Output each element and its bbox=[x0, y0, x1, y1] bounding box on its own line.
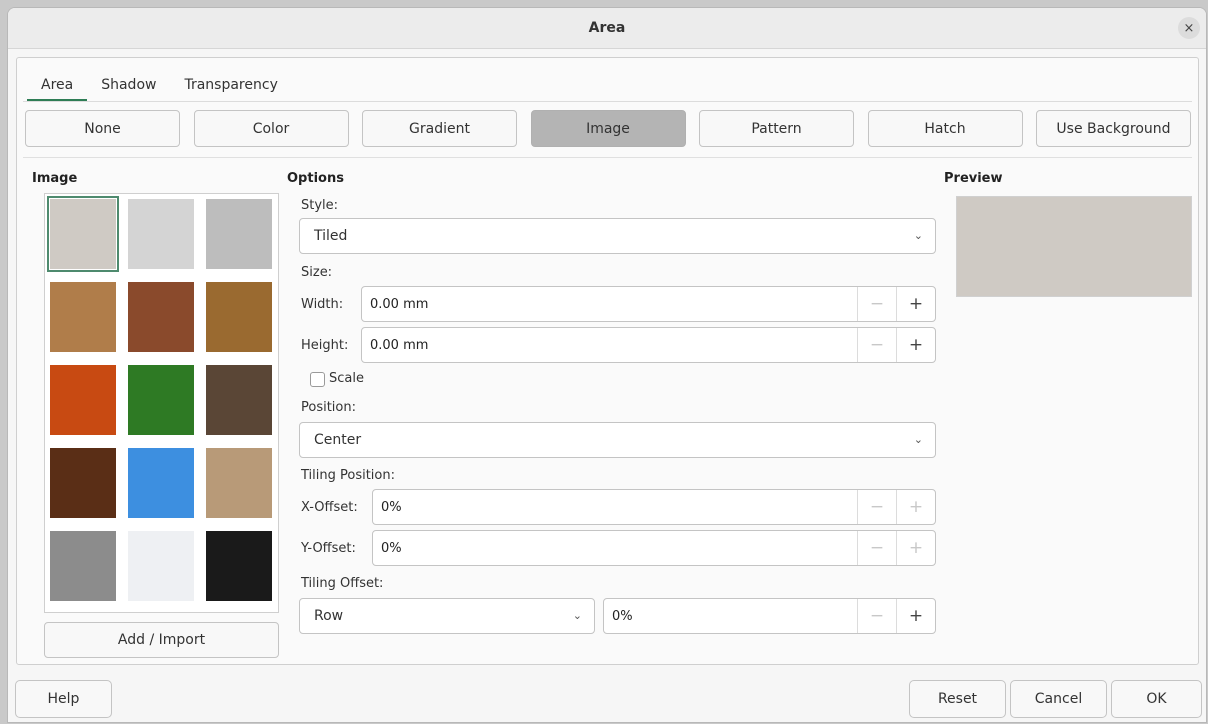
position-dropdown[interactable]: Center ⌄ bbox=[299, 422, 936, 458]
minus-icon[interactable]: − bbox=[857, 287, 896, 321]
x-offset-spinbox: − + bbox=[372, 489, 936, 525]
fill-type-row: None Color Gradient Image Pattern Hatch … bbox=[25, 110, 1191, 147]
y-offset-spinbox: − + bbox=[372, 530, 936, 566]
height-spinbox: − + bbox=[361, 327, 936, 363]
style-dropdown[interactable]: Tiled ⌄ bbox=[299, 218, 936, 254]
minus-icon[interactable]: − bbox=[857, 490, 896, 524]
tab-divider bbox=[23, 101, 1192, 102]
scale-label: Scale bbox=[329, 371, 364, 386]
fill-image-button[interactable]: Image bbox=[530, 110, 686, 147]
fill-use-background-button[interactable]: Use Background bbox=[1036, 110, 1191, 147]
fill-gradient-button[interactable]: Gradient bbox=[362, 110, 517, 147]
width-spinbox: − + bbox=[361, 286, 936, 322]
x-offset-input[interactable] bbox=[373, 491, 857, 523]
area-dialog: Area × Area Shadow Transparency None Col… bbox=[7, 7, 1207, 723]
tiling-position-label: Tiling Position: bbox=[301, 468, 395, 483]
tiling-offset-label: Tiling Offset: bbox=[301, 576, 384, 591]
image-swatch-fence[interactable] bbox=[128, 282, 194, 352]
height-input[interactable] bbox=[362, 329, 857, 361]
image-swatch-zebra[interactable] bbox=[206, 531, 272, 601]
title-bar: Area × bbox=[8, 8, 1206, 49]
fill-none-button[interactable]: None bbox=[25, 110, 180, 147]
fill-divider bbox=[23, 157, 1192, 158]
cancel-button[interactable]: Cancel bbox=[1010, 680, 1107, 718]
add-import-button[interactable]: Add / Import bbox=[44, 622, 279, 658]
tab-bar: Area Shadow Transparency bbox=[27, 70, 292, 102]
tiling-offset-mode-value: Row bbox=[314, 608, 344, 624]
image-swatch-maple-leaves[interactable] bbox=[50, 365, 116, 435]
image-gallery bbox=[44, 193, 279, 613]
options-heading: Options bbox=[287, 171, 344, 186]
image-swatch-graph-paper[interactable] bbox=[128, 531, 194, 601]
image-swatch-concrete[interactable] bbox=[50, 531, 116, 601]
image-heading: Image bbox=[32, 171, 78, 186]
image-swatch-mosaic[interactable] bbox=[206, 448, 272, 518]
width-input[interactable] bbox=[362, 288, 857, 320]
preview-heading: Preview bbox=[944, 171, 1003, 186]
scale-checkbox[interactable] bbox=[310, 372, 325, 387]
position-value: Center bbox=[314, 432, 362, 448]
image-swatch-parchment-paper[interactable] bbox=[50, 282, 116, 352]
image-swatch-sky[interactable] bbox=[128, 448, 194, 518]
chevron-down-icon: ⌄ bbox=[572, 609, 582, 622]
style-value: Tiled bbox=[314, 228, 348, 244]
minus-icon[interactable]: − bbox=[857, 531, 896, 565]
plus-icon[interactable]: + bbox=[896, 490, 935, 524]
preview-image bbox=[956, 196, 1192, 297]
x-offset-label: X-Offset: bbox=[301, 500, 358, 515]
image-swatch-lawn[interactable] bbox=[128, 365, 194, 435]
image-swatch-coffee-beans[interactable] bbox=[50, 448, 116, 518]
minus-icon[interactable]: − bbox=[857, 599, 896, 633]
image-swatch-colorful-pebbles[interactable] bbox=[206, 365, 272, 435]
help-button[interactable]: Help bbox=[15, 680, 112, 718]
dialog-title: Area bbox=[588, 20, 626, 36]
tab-shadow[interactable]: Shadow bbox=[87, 70, 170, 102]
image-swatch-paper-crumpled[interactable] bbox=[206, 199, 272, 269]
style-label: Style: bbox=[301, 198, 339, 213]
tiling-offset-spinbox: − + bbox=[603, 598, 936, 634]
tab-area[interactable]: Area bbox=[27, 70, 88, 102]
fill-color-button[interactable]: Color bbox=[193, 110, 349, 147]
plus-icon[interactable]: + bbox=[896, 599, 935, 633]
plus-icon[interactable]: + bbox=[896, 328, 935, 362]
size-label: Size: bbox=[301, 265, 333, 280]
y-offset-input[interactable] bbox=[373, 532, 857, 564]
fill-hatch-button[interactable]: Hatch bbox=[867, 110, 1023, 147]
tab-transparency[interactable]: Transparency bbox=[170, 70, 291, 102]
image-swatch-paper-texture[interactable] bbox=[128, 199, 194, 269]
minus-icon[interactable]: − bbox=[857, 328, 896, 362]
fill-pattern-button[interactable]: Pattern bbox=[699, 110, 854, 147]
tiling-offset-mode-dropdown[interactable]: Row ⌄ bbox=[299, 598, 595, 634]
content-frame: Area Shadow Transparency None Color Grad… bbox=[16, 57, 1199, 665]
width-label: Width: bbox=[301, 297, 344, 312]
tiling-offset-input[interactable] bbox=[604, 600, 857, 632]
ok-button[interactable]: OK bbox=[1111, 680, 1202, 718]
chevron-down-icon: ⌄ bbox=[913, 229, 923, 242]
image-swatch-wooden-board[interactable] bbox=[206, 282, 272, 352]
image-swatch-painted-white[interactable] bbox=[47, 196, 119, 272]
chevron-down-icon: ⌄ bbox=[913, 433, 923, 446]
close-icon[interactable]: × bbox=[1178, 17, 1200, 39]
y-offset-label: Y-Offset: bbox=[301, 541, 356, 556]
plus-icon[interactable]: + bbox=[896, 531, 935, 565]
reset-button[interactable]: Reset bbox=[909, 680, 1006, 718]
height-label: Height: bbox=[301, 338, 349, 353]
plus-icon[interactable]: + bbox=[896, 287, 935, 321]
position-label: Position: bbox=[301, 400, 356, 415]
